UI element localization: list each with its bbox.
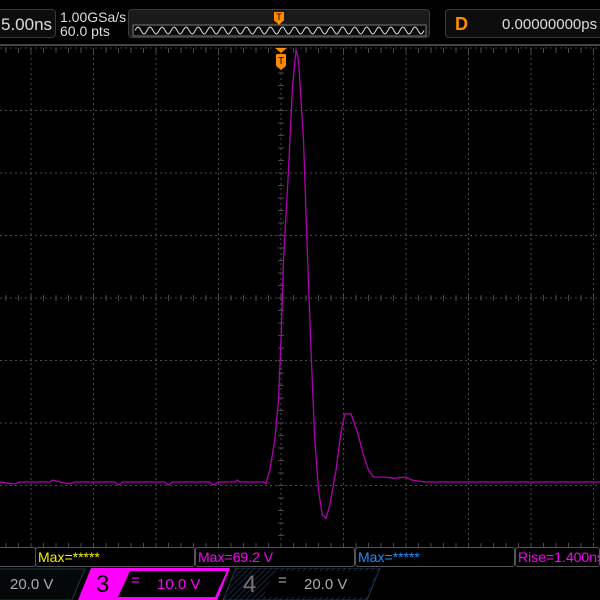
timebase-box[interactable]: 5.00ns — [0, 9, 56, 38]
trigger-marker-label: T — [278, 56, 284, 67]
channel-4-coupling-icon: = — [278, 572, 287, 589]
measurement-label: Rise=1.400ns — [518, 549, 600, 565]
trigger-marker-icon: T — [275, 48, 287, 70]
channel-4-scale[interactable]: 20.0 V — [304, 569, 347, 600]
channel-3-number[interactable]: 3 — [96, 569, 109, 600]
trigger-marker-letter: T — [276, 12, 282, 22]
channel-3-trace — [0, 49, 600, 520]
measurement-ch4-max[interactable]: Max=***** — [355, 547, 515, 567]
measurement-ch3-max[interactable]: Max=69.2 V — [195, 547, 355, 567]
delay-value: 0.00000000ps — [502, 16, 598, 33]
delay-box[interactable]: D 0.00000000ps — [445, 9, 600, 38]
channel-2-scale[interactable]: 20.0 V — [10, 569, 53, 600]
channel-3-scale[interactable]: 10.0 V — [157, 569, 200, 600]
measurement-label: Max=***** — [358, 549, 420, 565]
measurement-label: Max=69.2 V — [198, 549, 274, 565]
memory-depth: 60.0 pts — [60, 23, 110, 39]
measurement-ch1-max[interactable]: Max=***** — [35, 547, 195, 567]
measurement-slot-0[interactable] — [0, 547, 36, 567]
waveform-display[interactable]: T — [0, 44, 600, 550]
channel-3-coupling-icon: = — [131, 572, 140, 589]
waveform-overview[interactable]: T — [128, 9, 430, 38]
channel-bar — [0, 568, 381, 600]
graticule — [0, 47, 600, 549]
trigger-position-marker-icon: T — [274, 12, 284, 25]
measurement-ch3-rise[interactable]: Rise=1.400ns — [515, 547, 600, 567]
timebase-value: 5.00ns — [1, 15, 53, 34]
channel-4-number[interactable]: 4 — [243, 569, 256, 600]
measurement-label: Max=***** — [38, 549, 100, 565]
delay-label: D — [455, 14, 468, 34]
